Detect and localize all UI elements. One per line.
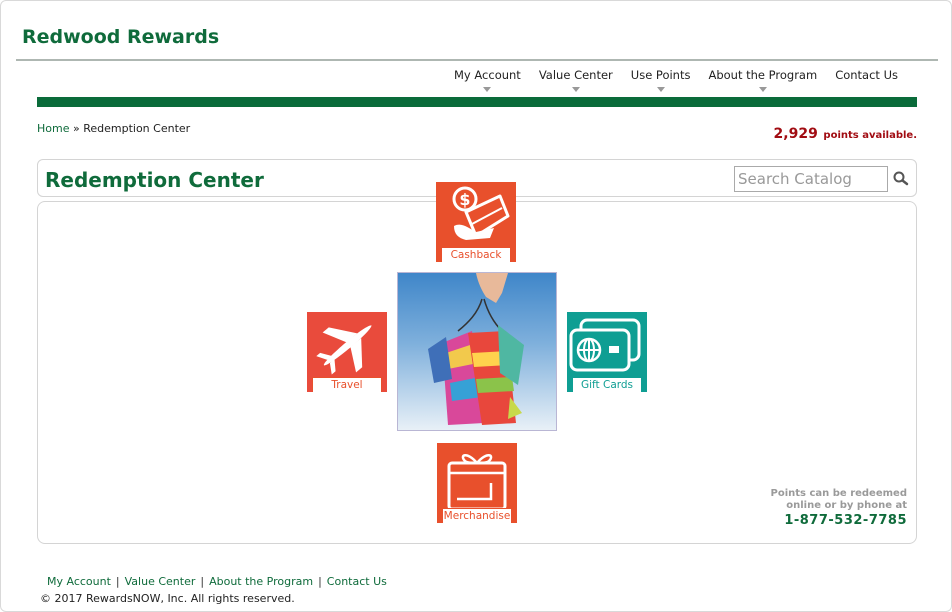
header-divider bbox=[16, 59, 938, 61]
chevron-down-icon bbox=[483, 87, 492, 92]
shopping-bags-image bbox=[397, 272, 557, 431]
tile-merchandise-label: Merchandise bbox=[442, 508, 512, 523]
footer-separator: | bbox=[318, 575, 322, 588]
redeem-by-phone-note: Points can be redeemed online or by phon… bbox=[771, 488, 907, 527]
tile-gift-cards-label: Gift Cards bbox=[572, 377, 642, 392]
points-label: points available. bbox=[823, 130, 917, 141]
top-navigation: My Account Value Center Use Points About… bbox=[454, 68, 898, 92]
footer-link-value-center[interactable]: Value Center bbox=[125, 575, 196, 588]
nav-label: Value Center bbox=[538, 68, 613, 82]
chevron-down-icon bbox=[571, 87, 580, 92]
tile-cashback[interactable]: $ Cashback bbox=[436, 182, 516, 262]
copyright-text: © 2017 RewardsNOW, Inc. All rights reser… bbox=[40, 592, 295, 605]
breadcrumb: Home » Redemption Center bbox=[37, 122, 190, 135]
chevron-down-icon bbox=[758, 87, 767, 92]
tile-travel-label: Travel bbox=[312, 377, 382, 392]
footer-links: My Account | Value Center | About the Progra… bbox=[47, 575, 387, 588]
redeem-phone-number[interactable]: 1-877-532-7785 bbox=[771, 514, 907, 527]
svg-text:$: $ bbox=[459, 190, 470, 209]
nav-label: My Account bbox=[454, 68, 521, 82]
tile-cashback-label: Cashback bbox=[441, 247, 511, 262]
redeem-note-line2: online or by phone at bbox=[786, 500, 907, 511]
search-input[interactable] bbox=[734, 166, 888, 192]
nav-label: About the Program bbox=[708, 68, 818, 82]
nav-label: Use Points bbox=[630, 68, 691, 82]
footer-link-about-program[interactable]: About the Program bbox=[209, 575, 313, 588]
footer-link-contact-us[interactable]: Contact Us bbox=[327, 575, 387, 588]
chevron-down-icon bbox=[656, 87, 665, 92]
nav-value-center[interactable]: Value Center bbox=[539, 68, 613, 92]
tile-merchandise[interactable]: Merchandise bbox=[437, 443, 517, 523]
search-icon[interactable] bbox=[892, 170, 910, 188]
page-title: Redemption Center bbox=[45, 168, 264, 192]
points-value: 2,929 bbox=[773, 126, 818, 142]
nav-about-program[interactable]: About the Program bbox=[708, 68, 817, 92]
nav-my-account[interactable]: My Account bbox=[454, 68, 521, 92]
brand-title[interactable]: Redwood Rewards bbox=[22, 26, 219, 48]
footer-separator: | bbox=[200, 575, 205, 588]
redeem-note-line1: Points can be redeemed bbox=[770, 488, 907, 499]
tile-travel[interactable]: Travel bbox=[307, 312, 387, 392]
nav-use-points[interactable]: Use Points bbox=[630, 68, 691, 92]
footer-separator: | bbox=[115, 575, 120, 588]
tile-gift-cards[interactable]: Gift Cards bbox=[567, 312, 647, 392]
breadcrumb-separator: » bbox=[72, 122, 80, 135]
breadcrumb-home-link[interactable]: Home bbox=[37, 122, 69, 135]
nav-label: Contact Us bbox=[835, 68, 898, 82]
green-banner-bar bbox=[37, 97, 917, 107]
nav-contact-us[interactable]: Contact Us bbox=[835, 68, 898, 92]
breadcrumb-current: Redemption Center bbox=[83, 122, 191, 135]
footer-link-my-account[interactable]: My Account bbox=[47, 575, 111, 588]
points-available: 2,929 points available. bbox=[774, 123, 917, 142]
